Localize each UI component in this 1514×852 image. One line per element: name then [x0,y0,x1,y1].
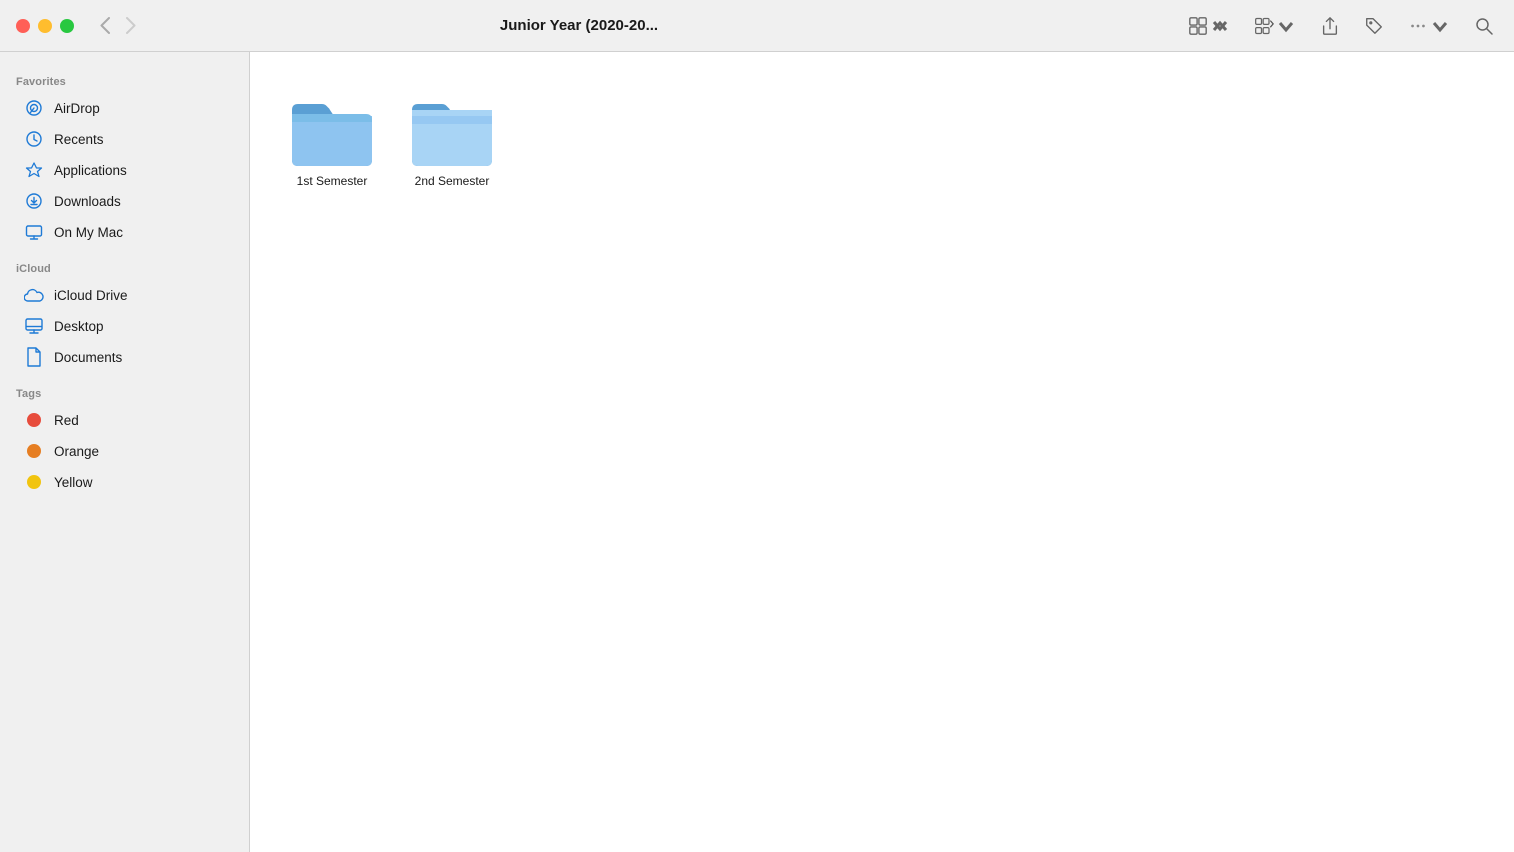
sidebar-item-tag-orange[interactable]: Orange [8,436,241,466]
on-my-mac-label: On My Mac [54,225,123,240]
window-title: Junior Year (2020-20... [0,17,1184,34]
airdrop-icon [24,98,44,118]
yellow-tag-icon [24,472,44,492]
applications-label: Applications [54,163,127,178]
file-grid: 1st Semester [282,84,1482,198]
main-layout: Favorites AirDrop Recents [0,52,1514,852]
sidebar-item-applications[interactable]: Applications [8,155,241,185]
orange-tag-icon [24,441,44,461]
tag-button[interactable] [1360,14,1388,38]
red-tag-label: Red [54,413,79,428]
folder-1st-semester-name: 1st Semester [297,174,368,190]
applications-icon [24,160,44,180]
orange-tag-label: Orange [54,444,99,459]
favorites-header: Favorites [0,68,249,92]
content-area: 1st Semester [250,52,1514,852]
sidebar-item-downloads[interactable]: Downloads [8,186,241,216]
tags-header: Tags [0,380,249,404]
search-button[interactable] [1470,14,1498,38]
view-toggle-button[interactable] [1184,14,1234,38]
icloud-drive-icon [24,285,44,305]
folder-2nd-semester-name: 2nd Semester [415,174,490,190]
red-tag-icon [24,410,44,430]
recents-icon [24,129,44,149]
desktop-icon [24,316,44,336]
folder-2nd-semester[interactable]: 2nd Semester [402,84,502,198]
yellow-tag-label: Yellow [54,475,93,490]
sidebar-item-tag-red[interactable]: Red [8,405,241,435]
title-bar: Junior Year (2020-20... [0,0,1514,52]
share-button[interactable] [1316,14,1344,38]
folder-1st-semester[interactable]: 1st Semester [282,84,382,198]
desktop-label: Desktop [54,319,104,334]
more-button[interactable] [1404,14,1454,38]
sidebar-item-documents[interactable]: Documents [8,342,241,372]
documents-icon [24,347,44,367]
sidebar: Favorites AirDrop Recents [0,52,250,852]
downloads-label: Downloads [54,194,121,209]
sidebar-item-recents[interactable]: Recents [8,124,241,154]
folder-icon-2nd-semester [408,92,496,168]
icloud-header: iCloud [0,255,249,279]
sidebar-item-on-my-mac[interactable]: On My Mac [8,217,241,247]
sidebar-item-airdrop[interactable]: AirDrop [8,93,241,123]
recents-label: Recents [54,132,104,147]
on-my-mac-icon [24,222,44,242]
airdrop-label: AirDrop [54,101,100,116]
folder-icon-1st-semester [288,92,376,168]
downloads-icon [24,191,44,211]
toolbar [1184,14,1498,38]
sidebar-item-tag-yellow[interactable]: Yellow [8,467,241,497]
group-button[interactable] [1250,14,1300,38]
sidebar-item-desktop[interactable]: Desktop [8,311,241,341]
documents-label: Documents [54,350,122,365]
sidebar-item-icloud-drive[interactable]: iCloud Drive [8,280,241,310]
icloud-drive-label: iCloud Drive [54,288,128,303]
